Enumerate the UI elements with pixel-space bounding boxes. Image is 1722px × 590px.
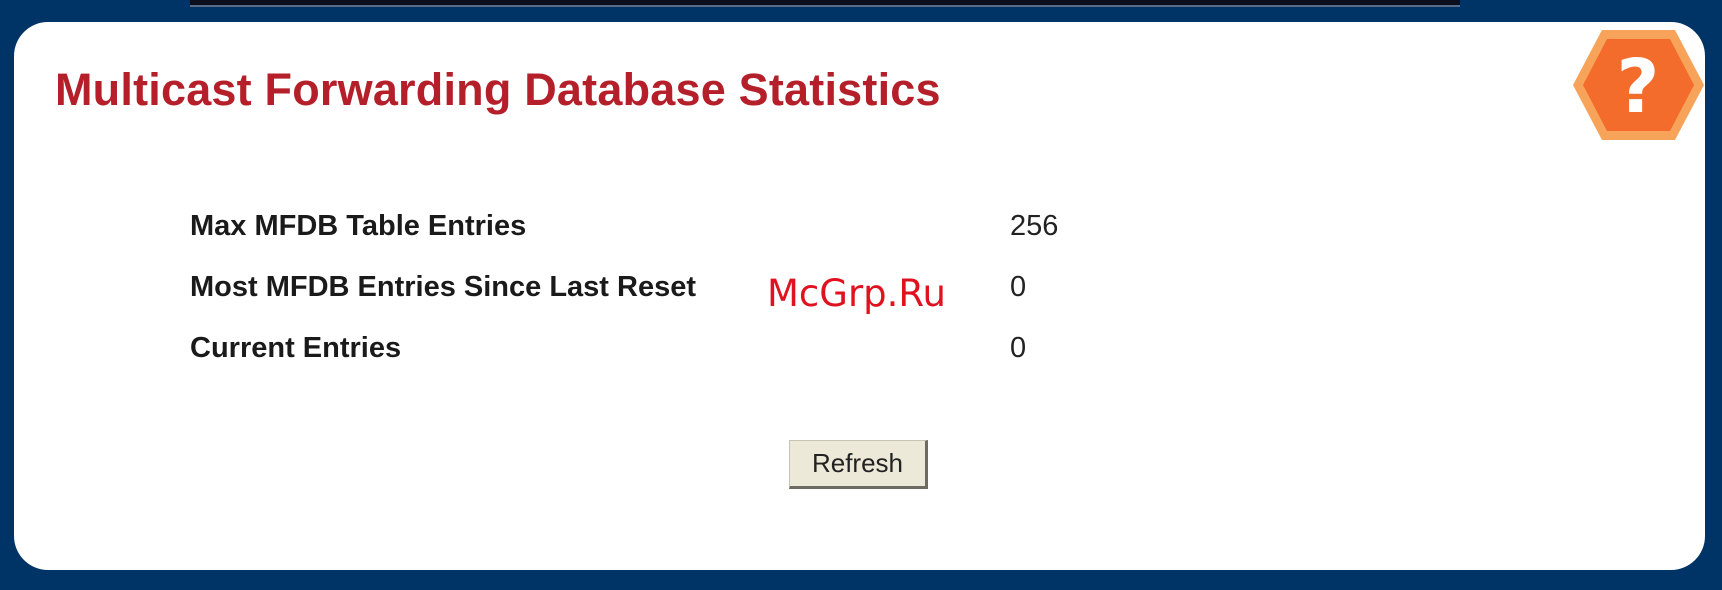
content-panel: Multicast Forwarding Database Statistics… xyxy=(14,22,1705,570)
stat-label: Most MFDB Entries Since Last Reset xyxy=(190,271,696,303)
stat-label: Current Entries xyxy=(190,332,402,364)
stat-value: 256 xyxy=(1010,210,1059,242)
top-frame-strip xyxy=(190,0,1460,7)
help-hexagon-icon: ? xyxy=(1573,30,1704,140)
stat-value: 0 xyxy=(1010,271,1027,303)
help-glyph: ? xyxy=(1617,44,1660,130)
help-question-icon[interactable]: ? xyxy=(1572,27,1705,143)
stat-label: Max MFDB Table Entries xyxy=(190,210,527,242)
refresh-button[interactable]: Refresh xyxy=(789,440,928,489)
stat-row-current-entries: Current Entries 0 xyxy=(190,332,1090,393)
stat-row-max-entries: Max MFDB Table Entries 256 xyxy=(190,210,1090,271)
stat-value: 0 xyxy=(1010,332,1027,364)
stat-row-most-entries: Most MFDB Entries Since Last Reset 0 xyxy=(190,271,1090,332)
statistics-list: Max MFDB Table Entries 256 Most MFDB Ent… xyxy=(190,210,1090,393)
page-title: Multicast Forwarding Database Statistics xyxy=(55,64,941,115)
